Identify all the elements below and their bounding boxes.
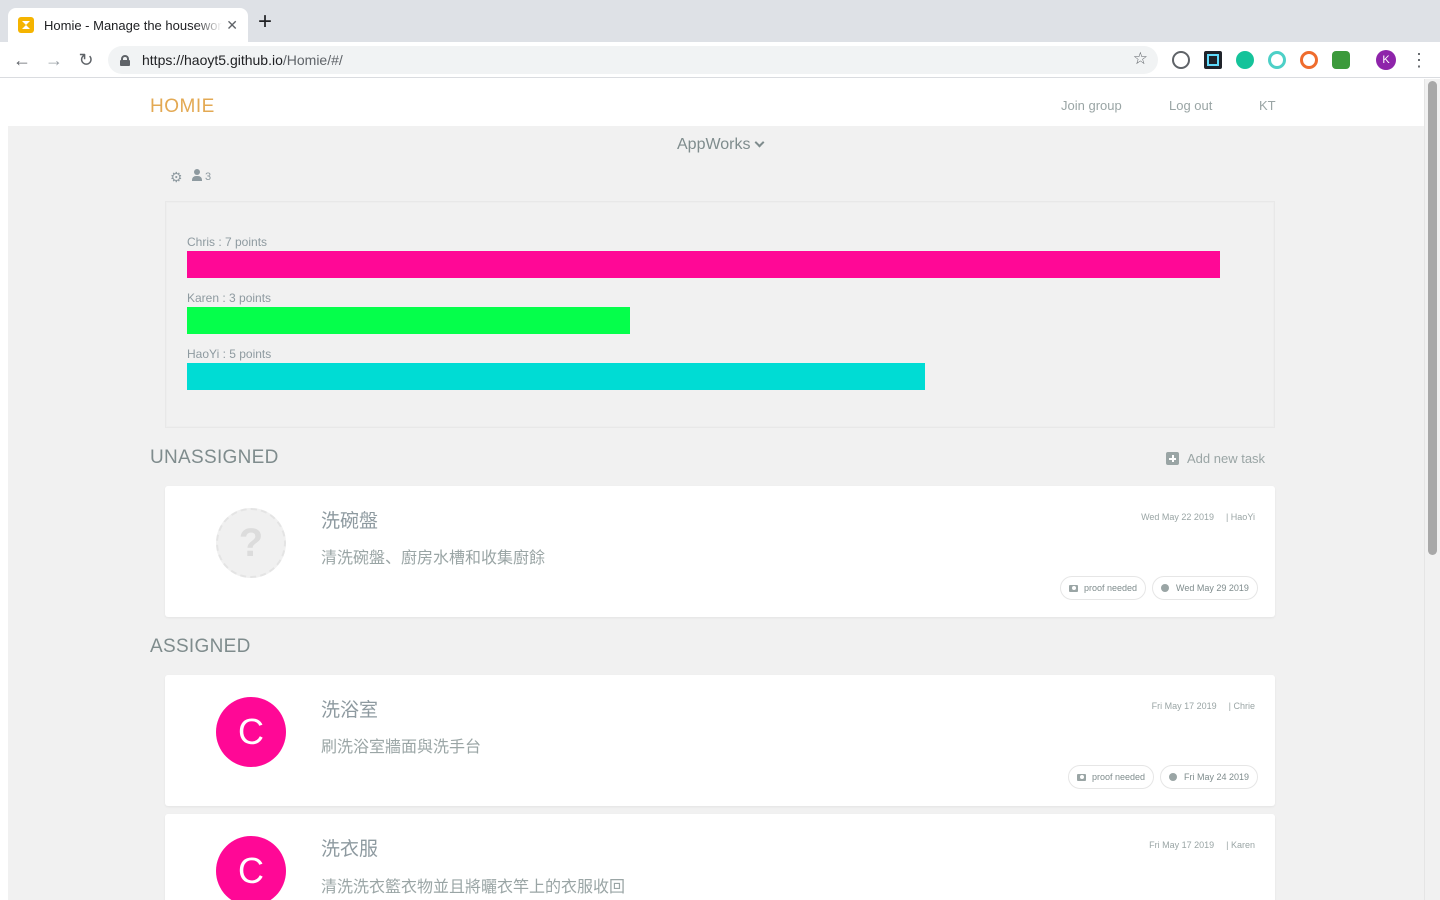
assignee-avatar: C: [216, 697, 286, 767]
proof-needed-badge: proof needed: [1068, 765, 1155, 789]
close-tab-icon[interactable]: ✕: [226, 17, 238, 34]
group-name: AppWorks: [677, 136, 751, 153]
user-initials-link[interactable]: KT: [1259, 98, 1276, 113]
menu-kebab-icon[interactable]: ⋮: [1410, 50, 1428, 70]
react-devtools-icon[interactable]: [1204, 51, 1222, 69]
task-created-date: Fri May 17 2019: [1151, 701, 1217, 711]
task-title: 洗浴室: [321, 700, 379, 721]
assigned-section-title: ASSIGNED: [150, 636, 251, 657]
points-label: Chris : 7 points: [187, 235, 268, 249]
extension-color-icon[interactable]: [1268, 51, 1286, 69]
assignee-avatar: C: [216, 836, 286, 900]
lock-icon: [120, 54, 130, 66]
task-title: 洗碗盤: [321, 511, 379, 532]
browser-toolbar: ← → ↻ https://haoyt5.github.io/Homie/#/ …: [0, 42, 1440, 78]
gear-icon[interactable]: ⚙: [170, 169, 183, 186]
extension-fire-icon[interactable]: [1300, 51, 1318, 69]
points-bar: [187, 307, 630, 334]
camera-icon: [1069, 584, 1078, 592]
task-description: 清洗碗盤、廚房水槽和收集廚餘: [321, 550, 546, 567]
task-card[interactable]: C 洗浴室 刷洗浴室牆面與洗手台 Fri May 17 2019 | Chrie …: [165, 675, 1275, 806]
due-date-badge: Fri May 24 2019: [1160, 765, 1259, 789]
back-arrow-icon[interactable]: ←: [10, 48, 34, 72]
unassigned-section-title: UNASSIGNED: [150, 447, 279, 468]
task-description: 清洗洗衣籃衣物並且將曬衣竿上的衣服收回: [321, 879, 626, 896]
points-label: Karen : 3 points: [187, 291, 272, 305]
homie-favicon-icon: [18, 17, 34, 33]
task-meta: Wed May 22 2019 | HaoYi: [1141, 512, 1255, 522]
task-creator: | HaoYi: [1225, 512, 1255, 522]
main-content: AppWorks ⚙ 3 Chris : 7 points Karen : 3 …: [8, 126, 1424, 900]
bookmark-star-icon[interactable]: ☆: [1133, 49, 1148, 69]
user-icon: [192, 169, 202, 182]
tab-title: Homie - Manage the housework: [44, 17, 222, 33]
homie-page: HOMIE Join group Log out KT AppWorks ⚙ 3…: [0, 79, 1424, 900]
task-meta: Fri May 17 2019 | Karen: [1149, 840, 1255, 850]
timer-icon: [1169, 773, 1177, 781]
site-header: HOMIE Join group Log out KT: [0, 79, 1424, 126]
member-count: 3: [205, 171, 212, 183]
task-creator: | Karen: [1226, 840, 1255, 850]
browser-tab-strip: Homie - Manage the housework ✕ +: [0, 0, 1440, 42]
log-out-link[interactable]: Log out: [1169, 98, 1212, 113]
task-created-date: Wed May 22 2019: [1141, 512, 1214, 522]
timer-icon: [1161, 584, 1169, 592]
page-scrollbar[interactable]: [1424, 79, 1440, 900]
task-card[interactable]: ? 洗碗盤 清洗碗盤、廚房水槽和收集廚餘 Wed May 22 2019 | Ha…: [165, 486, 1275, 617]
camera-icon: [1077, 773, 1086, 781]
scrollbar-thumb[interactable]: [1428, 81, 1437, 555]
grammarly-icon[interactable]: [1236, 51, 1254, 69]
task-created-date: Fri May 17 2019: [1149, 840, 1215, 850]
task-description: 刷洗浴室牆面與洗手台: [321, 739, 482, 756]
task-card[interactable]: C 洗衣服 清洗洗衣籃衣物並且將曬衣竿上的衣服收回 Fri May 17 201…: [165, 814, 1275, 900]
add-task-label: Add new task: [1187, 451, 1266, 466]
join-group-link[interactable]: Join group: [1061, 98, 1122, 113]
task-creator: | Chrie: [1228, 701, 1255, 711]
group-selector[interactable]: AppWorks: [677, 136, 764, 154]
new-tab-button[interactable]: +: [258, 10, 272, 34]
unassigned-avatar: ?: [216, 508, 286, 578]
add-new-task-button[interactable]: Add new task: [1166, 451, 1265, 466]
task-meta: Fri May 17 2019 | Chrie: [1152, 701, 1255, 711]
points-bar: [187, 251, 1220, 278]
address-bar[interactable]: https://haoyt5.github.io/Homie/#/ ☆: [108, 46, 1158, 74]
homie-logo[interactable]: HOMIE: [150, 96, 215, 118]
reload-icon[interactable]: ↻: [74, 48, 98, 72]
proof-needed-badge: proof needed: [1060, 576, 1147, 600]
points-bar: [187, 363, 925, 390]
task-title: 洗衣服: [321, 839, 379, 860]
browser-tab[interactable]: Homie - Manage the housework ✕: [8, 8, 248, 42]
plus-square-icon: [1166, 452, 1179, 465]
chevron-down-icon: [754, 137, 764, 148]
points-chart: Chris : 7 points Karen : 3 points HaoYi …: [165, 201, 1275, 428]
profile-avatar[interactable]: K: [1376, 50, 1396, 70]
points-label: HaoYi : 5 points: [187, 347, 272, 361]
extension-leaf-icon[interactable]: [1332, 51, 1350, 69]
url-text[interactable]: https://haoyt5.github.io/Homie/#/: [142, 52, 343, 68]
extension-reader-icon[interactable]: [1172, 51, 1190, 69]
due-date-badge: Wed May 29 2019: [1152, 576, 1258, 600]
forward-arrow-icon[interactable]: →: [42, 48, 66, 72]
